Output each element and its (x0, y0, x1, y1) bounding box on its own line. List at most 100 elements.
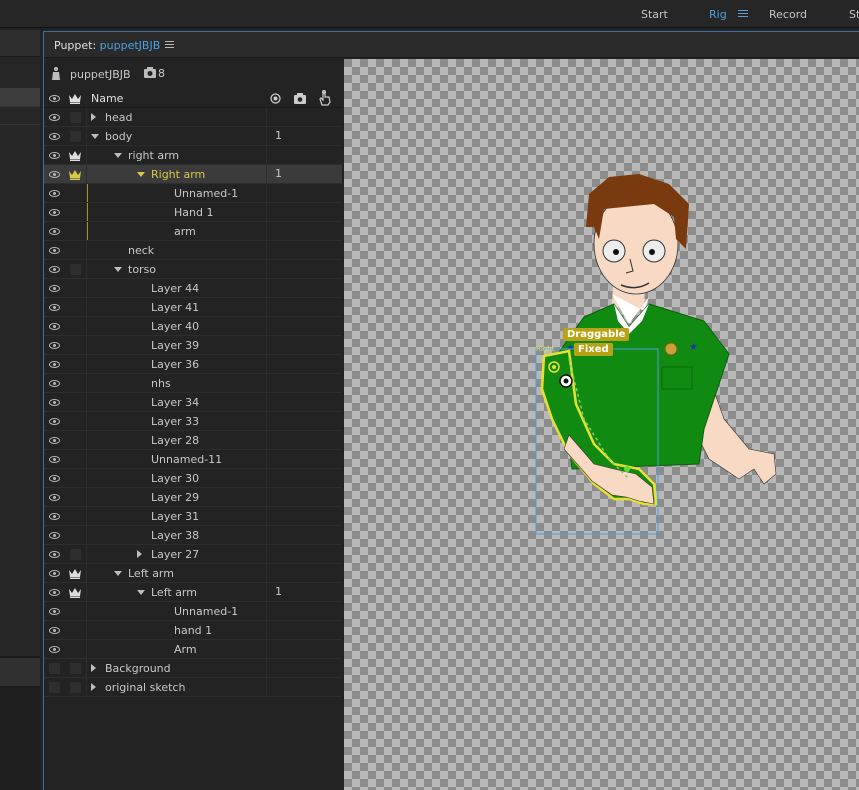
layer-row[interactable]: Hand 1 (44, 203, 342, 222)
eye-icon[interactable] (44, 545, 64, 563)
layer-row[interactable]: Unnamed-1 (44, 602, 342, 621)
crown-icon[interactable] (65, 564, 85, 582)
layer-name-cell[interactable]: Arm (86, 640, 266, 658)
eye-icon[interactable] (44, 355, 64, 373)
layer-name-cell[interactable]: torso (86, 260, 266, 278)
layer-name-cell[interactable]: nhs (86, 374, 266, 392)
layer-name-cell[interactable]: Left arm (86, 583, 266, 601)
eye-icon[interactable] (44, 127, 64, 145)
layer-name-cell[interactable]: Layer 38 (86, 526, 266, 544)
panel-menu-icon[interactable] (165, 41, 174, 50)
independent-toggle[interactable] (65, 450, 85, 468)
layer-row[interactable]: Layer 44 (44, 279, 342, 298)
layer-name-cell[interactable]: Unnamed-1 (86, 602, 266, 620)
eye-icon[interactable] (44, 602, 64, 620)
layer-name-cell[interactable]: Left arm (86, 564, 266, 582)
layer-name-cell[interactable]: Background (86, 659, 266, 677)
layer-row[interactable]: Layer 41 (44, 298, 342, 317)
expand-arrow-down-icon[interactable] (91, 134, 99, 139)
independent-toggle[interactable] (65, 507, 85, 525)
visibility-toggle-off[interactable] (44, 659, 64, 677)
independent-toggle[interactable] (65, 393, 85, 411)
independent-toggle[interactable] (65, 260, 85, 278)
independent-toggle[interactable] (65, 640, 85, 658)
expand-arrow-down-icon[interactable] (137, 172, 145, 177)
mode-rig[interactable]: Rig (709, 8, 727, 21)
project-row-selected[interactable] (0, 88, 40, 106)
layer-row[interactable]: Layer 34 (44, 393, 342, 412)
eye-icon[interactable] (44, 507, 64, 525)
layer-row[interactable]: torso (44, 260, 342, 279)
eye-icon[interactable] (44, 374, 64, 392)
eye-icon[interactable] (44, 222, 64, 240)
layer-name-cell[interactable]: Unnamed-11 (86, 450, 266, 468)
layer-name-cell[interactable]: Layer 34 (86, 393, 266, 411)
layer-name-cell[interactable]: Layer 27 (86, 545, 266, 563)
eye-icon[interactable] (44, 450, 64, 468)
eye-icon[interactable] (44, 203, 64, 221)
layer-name-cell[interactable]: head (86, 108, 266, 126)
layer-row[interactable]: Layer 36 (44, 355, 342, 374)
eye-icon[interactable] (44, 241, 64, 259)
layer-row[interactable]: Layer 39 (44, 336, 342, 355)
independent-toggle[interactable] (65, 374, 85, 392)
layer-name-cell[interactable]: original sketch (86, 678, 266, 696)
independent-toggle[interactable] (65, 621, 85, 639)
eye-icon[interactable] (44, 279, 64, 297)
eye-icon[interactable] (44, 165, 64, 183)
layer-name-cell[interactable]: Layer 40 (86, 317, 266, 335)
layer-name-cell[interactable]: Layer 44 (86, 279, 266, 297)
layer-name-cell[interactable]: Unnamed-1 (86, 184, 266, 202)
layer-row[interactable]: body 1 (44, 127, 342, 146)
layer-row[interactable]: Left arm 1 (44, 583, 342, 602)
expand-arrow-down-icon[interactable] (137, 590, 145, 595)
layer-row[interactable]: Layer 31 (44, 507, 342, 526)
crown-icon[interactable] (65, 146, 85, 164)
layer-name-cell[interactable]: right arm (86, 146, 266, 164)
eye-icon[interactable] (44, 108, 64, 126)
layer-name-cell[interactable]: Layer 28 (86, 431, 266, 449)
eye-icon[interactable] (44, 146, 64, 164)
eye-icon[interactable] (44, 412, 64, 430)
layer-row[interactable]: Layer 33 (44, 412, 342, 431)
layer-name-cell[interactable]: hand 1 (86, 621, 266, 639)
name-column-label[interactable]: Name (91, 92, 123, 105)
independent-toggle[interactable] (65, 602, 85, 620)
layer-name-cell[interactable]: Layer 29 (86, 488, 266, 506)
layer-row[interactable]: hand 1 (44, 621, 342, 640)
independent-toggle[interactable] (65, 526, 85, 544)
layer-row[interactable]: original sketch (44, 678, 342, 697)
layer-row[interactable]: Layer 38 (44, 526, 342, 545)
eye-icon[interactable] (44, 336, 64, 354)
visibility-toggle-off[interactable] (44, 678, 64, 696)
layer-row[interactable]: arm (44, 222, 342, 241)
layer-name-cell[interactable]: Layer 30 (86, 469, 266, 487)
independent-toggle[interactable] (65, 488, 85, 506)
eye-icon[interactable] (44, 640, 64, 658)
independent-toggle[interactable] (65, 336, 85, 354)
layer-row[interactable]: Layer 28 (44, 431, 342, 450)
layer-row[interactable]: Layer 30 (44, 469, 342, 488)
independent-toggle[interactable] (65, 203, 85, 221)
eye-icon[interactable] (44, 298, 64, 316)
mode-record[interactable]: Record (769, 8, 807, 21)
independent-toggle[interactable] (65, 659, 85, 677)
eye-icon[interactable] (44, 621, 64, 639)
eye-icon[interactable] (44, 564, 64, 582)
layer-name-cell[interactable]: Layer 33 (86, 412, 266, 430)
mode-menu-icon[interactable] (738, 8, 748, 18)
expand-arrow-down-icon[interactable] (114, 267, 122, 272)
eye-icon[interactable] (44, 431, 64, 449)
layer-row[interactable]: Arm (44, 640, 342, 659)
independent-toggle[interactable] (65, 298, 85, 316)
layer-row[interactable]: Right arm 1 (44, 165, 342, 184)
layer-name-cell[interactable]: Hand 1 (86, 203, 266, 221)
eye-icon[interactable] (44, 583, 64, 601)
independent-toggle[interactable] (65, 545, 85, 563)
mode-start[interactable]: Start (641, 8, 668, 21)
independent-toggle[interactable] (65, 678, 85, 696)
layer-row[interactable]: Unnamed-11 (44, 450, 342, 469)
expand-arrow-right-icon[interactable] (91, 113, 96, 121)
independent-toggle[interactable] (65, 279, 85, 297)
eye-icon[interactable] (44, 526, 64, 544)
